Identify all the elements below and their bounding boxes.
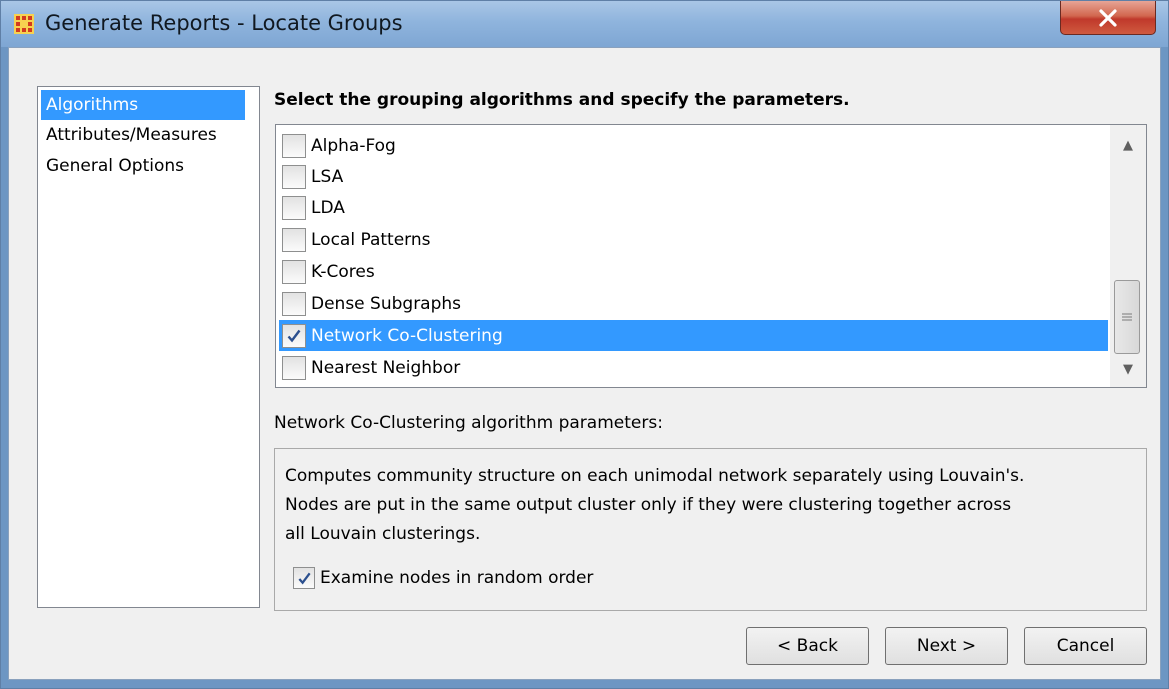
grip-icon — [1122, 313, 1132, 321]
back-button[interactable]: < Back — [746, 627, 869, 665]
scrollbar-thumb[interactable] — [1114, 280, 1140, 354]
algorithm-label: Network Co-Clustering — [311, 325, 503, 346]
random-order-option[interactable]: Examine nodes in random order — [293, 567, 593, 589]
next-button[interactable]: Next > — [885, 627, 1008, 665]
nav-item-algorithms[interactable]: Algorithms — [41, 90, 245, 120]
algorithm-checkbox[interactable] — [282, 195, 306, 220]
window-title: Generate Reports - Locate Groups — [45, 11, 403, 35]
app-grid-icon — [14, 14, 34, 34]
algorithm-label: Local Patterns — [311, 229, 431, 250]
scroll-up-icon[interactable]: ▲ — [1110, 130, 1146, 160]
algorithm-checkbox[interactable] — [282, 259, 306, 284]
description-line: Nodes are put in the same output cluster… — [285, 495, 1012, 515]
algorithm-item-lda[interactable]: LDA — [279, 192, 1108, 223]
algorithm-checkbox[interactable] — [282, 227, 306, 252]
algorithm-checkbox[interactable] — [282, 323, 306, 348]
section-nav-list: Algorithms Attributes/Measures General O… — [37, 86, 260, 608]
algorithm-checkbox[interactable] — [282, 133, 306, 158]
algorithm-label: Alpha-Fog — [311, 135, 396, 156]
cancel-button-label: Cancel — [1056, 636, 1115, 656]
algorithm-item-network-co-clustering[interactable]: Network Co-Clustering — [279, 320, 1108, 351]
algorithm-list: Alpha-Fog LSA LDA Local Patterns K-Cores — [275, 124, 1147, 388]
random-order-checkbox[interactable] — [293, 567, 315, 589]
params-panel: Computes community structure on each uni… — [274, 448, 1147, 611]
checkmark-icon — [287, 329, 301, 342]
algorithm-checkbox[interactable] — [282, 291, 306, 316]
nav-item-attributes-measures[interactable]: Attributes/Measures — [41, 120, 245, 151]
dialog-window: Generate Reports - Locate Groups Algorit… — [0, 0, 1169, 689]
algorithm-label: LDA — [311, 197, 345, 218]
algorithm-item-dense-subgraphs[interactable]: Dense Subgraphs — [279, 288, 1108, 319]
params-label: Network Co-Clustering algorithm paramete… — [274, 413, 663, 433]
algorithm-item-alpha-fog[interactable]: Alpha-Fog — [279, 130, 1108, 161]
algorithm-checkbox[interactable] — [282, 355, 306, 380]
algorithm-item-k-cores[interactable]: K-Cores — [279, 256, 1108, 287]
algorithm-list-scrollbar[interactable]: ▲ ▼ — [1110, 125, 1146, 387]
random-order-label: Examine nodes in random order — [320, 568, 594, 588]
algorithm-checkbox[interactable] — [282, 164, 306, 189]
close-button[interactable] — [1060, 1, 1156, 35]
algorithm-item-lsa[interactable]: LSA — [279, 161, 1108, 192]
description-line: all Louvain clusterings. — [285, 524, 481, 544]
next-button-label: Next > — [916, 636, 977, 656]
close-icon — [1099, 8, 1117, 27]
algorithm-item-nearest-neighbor[interactable]: Nearest Neighbor — [279, 352, 1108, 383]
title-bar[interactable]: Generate Reports - Locate Groups — [1, 1, 1168, 47]
algorithm-label: Nearest Neighbor — [311, 357, 461, 378]
nav-item-general-options[interactable]: General Options — [41, 151, 245, 182]
algorithm-label: K-Cores — [311, 261, 375, 282]
dialog-content: Algorithms Attributes/Measures General O… — [8, 47, 1161, 680]
algorithm-label: LSA — [311, 166, 344, 187]
description-line: Computes community structure on each uni… — [285, 466, 1025, 486]
scroll-down-icon[interactable]: ▼ — [1110, 354, 1146, 384]
page-heading: Select the grouping algorithms and speci… — [274, 90, 850, 110]
algorithm-label: Dense Subgraphs — [311, 293, 462, 314]
back-button-label: < Back — [777, 636, 838, 656]
cancel-button[interactable]: Cancel — [1024, 627, 1147, 665]
checkmark-icon — [297, 572, 311, 585]
algorithm-item-local-patterns[interactable]: Local Patterns — [279, 224, 1108, 255]
